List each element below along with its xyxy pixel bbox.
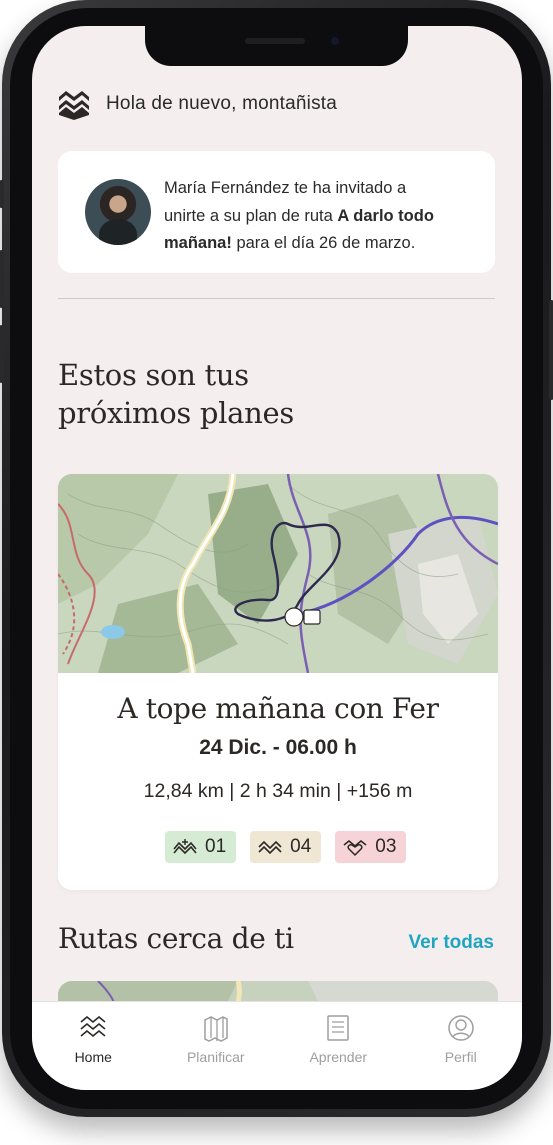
tab-home[interactable]: Home bbox=[32, 1002, 155, 1090]
camera bbox=[327, 33, 343, 49]
tab-perfil[interactable]: Perfil bbox=[400, 1002, 523, 1090]
greeting-text: Hola de nuevo, montañista bbox=[106, 93, 338, 114]
volume-down-button bbox=[0, 325, 4, 383]
plan-date: 24 Dic. - 06.00 h bbox=[199, 736, 357, 759]
divider bbox=[58, 298, 495, 299]
effort-badge-value: 04 bbox=[290, 836, 312, 857]
heart-badge: 03 bbox=[335, 831, 407, 863]
app-screen: Hola de nuevo, montañista María Fernánde… bbox=[32, 26, 522, 1090]
tab-home-label: Home bbox=[74, 1049, 112, 1065]
terrain-badge: 01 bbox=[165, 831, 237, 863]
power-button bbox=[549, 300, 553, 400]
effort-badge: 04 bbox=[250, 831, 322, 863]
invite-line-2: unirte a su plan de ruta bbox=[164, 206, 338, 225]
heart-badge-value: 03 bbox=[375, 836, 397, 857]
invite-line-3: para el día 26 de marzo. bbox=[231, 234, 416, 252]
invite-card[interactable]: María Fernández te ha invitado a unirte … bbox=[58, 151, 495, 273]
route-map[interactable] bbox=[58, 474, 498, 673]
heart-level-icon bbox=[343, 839, 367, 857]
see-all-link[interactable]: Ver todas bbox=[408, 932, 494, 954]
terrain-badge-value: 01 bbox=[205, 836, 227, 857]
tab-perfil-label: Perfil bbox=[444, 1049, 477, 1065]
upcoming-title-line-1: Estos son tus bbox=[58, 358, 249, 392]
tab-bar: Home Planificar Aprender Perfil bbox=[32, 1001, 522, 1090]
invite-text: María Fernández te ha invitado a unirte … bbox=[164, 175, 474, 258]
plan-title: A tope mañana con Fer bbox=[117, 692, 439, 725]
speaker bbox=[245, 38, 305, 44]
upcoming-title-line-2: próximos planes bbox=[58, 396, 294, 430]
plan-card[interactable]: A tope mañana con Fer 24 Dic. - 06.00 h … bbox=[58, 474, 498, 890]
profile-icon bbox=[448, 1015, 474, 1041]
map-icon bbox=[204, 1016, 228, 1042]
header: Hola de nuevo, montañista bbox=[58, 88, 337, 120]
tab-planificar-label: Planificar bbox=[186, 1049, 245, 1065]
volume-up-button bbox=[0, 250, 4, 308]
book-icon bbox=[327, 1015, 349, 1041]
upcoming-plans-title: Estos son tus próximos planes bbox=[58, 356, 358, 432]
avatar bbox=[85, 179, 151, 245]
nearby-routes-title: Rutas cerca de ti bbox=[58, 922, 294, 955]
tab-aprender-label: Aprender bbox=[309, 1049, 368, 1065]
waves-logo-icon[interactable] bbox=[58, 88, 90, 120]
invite-plan-name: A darlo todo bbox=[337, 206, 434, 225]
waves-icon bbox=[80, 1015, 106, 1038]
effort-level-icon bbox=[258, 840, 282, 855]
plan-badges: 01 04 03 bbox=[165, 831, 407, 863]
tab-aprender[interactable]: Aprender bbox=[277, 1002, 400, 1090]
plan-stats: 12,84 km | 2 h 34 min | +156 m bbox=[143, 780, 413, 802]
invite-line-1: María Fernández te ha invitado a bbox=[164, 179, 407, 197]
notch bbox=[145, 26, 408, 66]
invite-plan-name-2: mañana! bbox=[164, 234, 232, 252]
terrain-level-icon bbox=[173, 839, 197, 855]
side-button bbox=[0, 180, 4, 208]
tab-planificar[interactable]: Planificar bbox=[155, 1002, 278, 1090]
